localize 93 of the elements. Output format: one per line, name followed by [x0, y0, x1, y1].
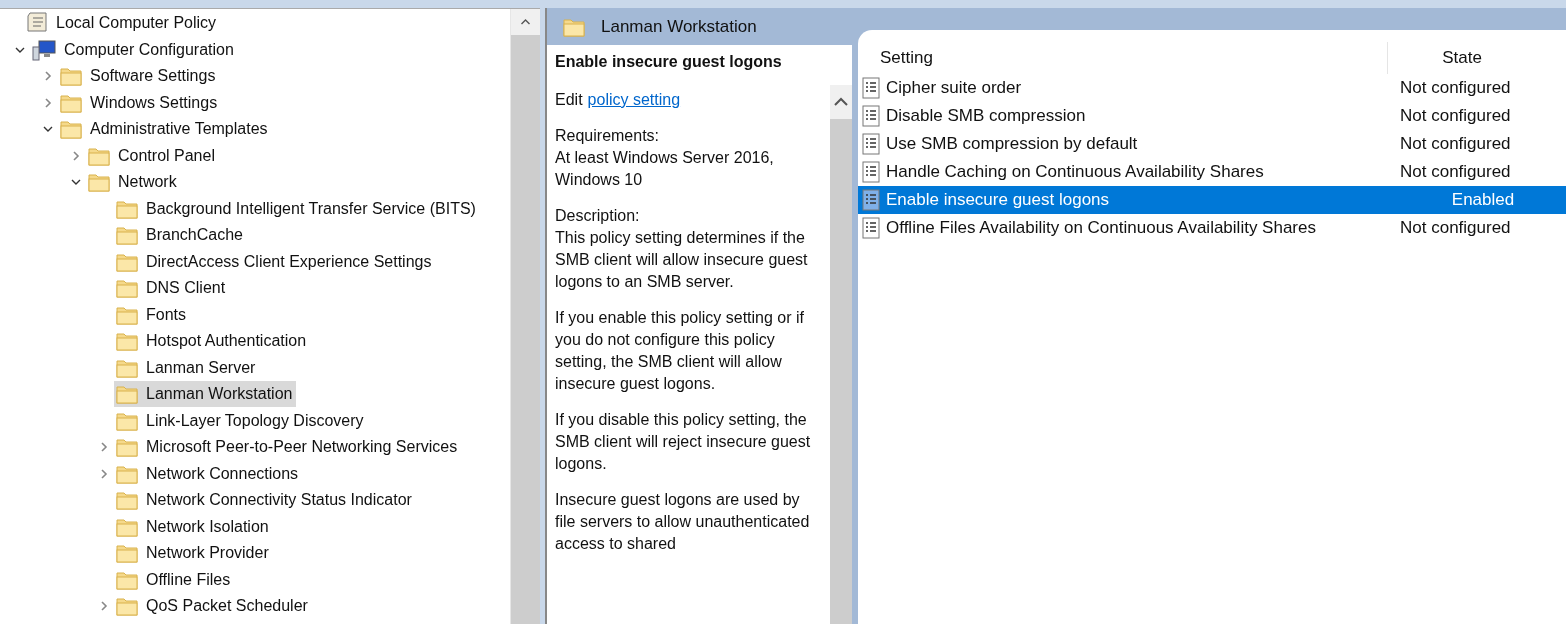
- folder-icon: [116, 198, 138, 219]
- tree-item[interactable]: Network Connectivity Status Indicator: [114, 487, 416, 514]
- chevron-right-icon[interactable]: [42, 70, 54, 83]
- folder-icon: [116, 463, 138, 484]
- section-label: Description:: [555, 206, 641, 226]
- tree-item[interactable]: Local Computer Policy: [24, 10, 221, 37]
- description-text: If you enable this policy setting or if you do not configure this policy setting, the SMB client will allow insecure guest logons.: [555, 308, 806, 394]
- setting-name: Offline Files Availability on Continuous Availability Shares: [886, 218, 1317, 238]
- header-title: Lanman Workstation: [601, 16, 757, 37]
- tree-item[interactable]: Network Connections: [114, 460, 303, 487]
- setting-state: Not configured: [1399, 218, 1512, 238]
- tree-item[interactable]: DNS Client: [114, 275, 230, 302]
- column-header[interactable]: State: [1387, 42, 1566, 74]
- folder-icon: [116, 357, 138, 378]
- folder-icon: [116, 331, 138, 352]
- folder-icon: [116, 596, 138, 617]
- tree-item[interactable]: Administrative Templates: [58, 116, 272, 143]
- setting-row[interactable]: Cipher suite order Not configured: [858, 74, 1566, 102]
- setting-name: Enable insecure guest logons: [886, 190, 1111, 210]
- policy-document-icon: [862, 133, 880, 155]
- description-text: At least Windows Server 2016, Windows 10: [555, 148, 775, 190]
- tree-item[interactable]: Link-Layer Topology Discovery: [114, 407, 368, 434]
- folder-icon: [116, 569, 138, 590]
- folder-icon: [60, 119, 82, 140]
- tree-item[interactable]: Computer Configuration: [30, 36, 238, 63]
- scrollbar[interactable]: [510, 9, 540, 624]
- folder-icon: [563, 16, 585, 37]
- tree-item[interactable]: Software Settings: [58, 63, 220, 90]
- description-text: This policy setting determines if the SMB client will allow insecure guest logons to an SMB server.: [555, 228, 809, 292]
- setting-row[interactable]: Offline Files Availability on Continuous Availability Shares Not configured: [858, 214, 1566, 242]
- chevron-right-icon[interactable]: [98, 600, 110, 613]
- scrollbar[interactable]: [830, 85, 852, 624]
- setting-row[interactable]: Enable insecure guest logons Enabled: [858, 186, 1566, 214]
- computer-icon: [32, 38, 56, 61]
- setting-state: Not configured: [1399, 134, 1512, 154]
- setting-name: Cipher suite order: [886, 78, 1023, 98]
- policy-document-icon: [862, 161, 880, 183]
- description-text: Insecure guest logons are used by file servers to allow unauthenticated access to shared: [555, 490, 811, 554]
- column-header[interactable]: Setting: [880, 48, 1387, 68]
- tree-item[interactable]: Lanman Workstation: [114, 381, 297, 408]
- folder-icon: [88, 172, 110, 193]
- policy-document-icon: [862, 217, 880, 239]
- edit-label: Edit: [555, 91, 583, 108]
- folder-icon: [116, 490, 138, 511]
- chevron-right-icon[interactable]: [42, 96, 54, 109]
- scroll-up-icon[interactable]: [511, 9, 540, 35]
- setting-row[interactable]: Disable SMB compression Not configured: [858, 102, 1566, 130]
- tree-item[interactable]: Hotspot Authentication: [114, 328, 311, 355]
- policy-document-icon: [862, 189, 880, 211]
- policy-setting-link[interactable]: policy setting: [587, 91, 681, 108]
- tree-item[interactable]: Windows Settings: [58, 89, 222, 116]
- tree-item[interactable]: QoS Packet Scheduler: [114, 593, 312, 620]
- folder-icon: [116, 543, 138, 564]
- folder-icon: [88, 145, 110, 166]
- tree-item[interactable]: Network Isolation: [114, 513, 273, 540]
- folder-icon: [116, 278, 138, 299]
- setting-state: Not configured: [1399, 78, 1512, 98]
- chevron-right-icon[interactable]: [98, 467, 110, 480]
- setting-state: Not configured: [1399, 162, 1512, 182]
- tree-item[interactable]: Fonts: [114, 301, 190, 328]
- tree-item[interactable]: Network: [86, 169, 181, 196]
- setting-name: Use SMB compression by default: [886, 134, 1139, 154]
- description-text: If you disable this policy setting, the SMB client will reject insecure guest logons.: [555, 410, 812, 474]
- section-label: Requirements:: [555, 126, 661, 146]
- folder-icon: [116, 410, 138, 431]
- folder-icon: [116, 384, 138, 405]
- folder-icon: [116, 437, 138, 458]
- chevron-right-icon[interactable]: [98, 441, 110, 454]
- tree-item[interactable]: Offline Files: [114, 566, 235, 593]
- setting-row[interactable]: Handle Caching on Continuous Availability Shares Not configured: [858, 158, 1566, 186]
- tree-item[interactable]: Background Intelligent Transfer Service (BITS): [114, 195, 480, 222]
- setting-name: Handle Caching on Continuous Availability Shares: [886, 162, 1265, 182]
- folder-icon: [116, 225, 138, 246]
- policy-document-icon: [862, 105, 880, 127]
- tree-item[interactable]: DirectAccess Client Experience Settings: [114, 248, 436, 275]
- tree-item[interactable]: Network Provider: [114, 540, 273, 567]
- setting-state: Enabled: [1450, 190, 1516, 210]
- setting-state: Not configured: [1399, 106, 1512, 126]
- folder-icon: [116, 251, 138, 272]
- chevron-right-icon[interactable]: [70, 149, 82, 162]
- folder-icon: [116, 516, 138, 537]
- folder-icon: [116, 304, 138, 325]
- folder-icon: [60, 66, 82, 87]
- policy-document-icon: [862, 77, 880, 99]
- tree-item[interactable]: Control Panel: [86, 142, 219, 169]
- tree-item[interactable]: Microsoft Peer-to-Peer Networking Services: [114, 434, 462, 461]
- tree-item[interactable]: Lanman Server: [114, 354, 260, 381]
- policy-title: Enable insecure guest logons: [555, 52, 783, 72]
- setting-name: Disable SMB compression: [886, 106, 1087, 126]
- folder-icon: [60, 92, 82, 113]
- setting-row[interactable]: Use SMB compression by default Not configured: [858, 130, 1566, 158]
- scroll-up-icon[interactable]: [830, 85, 852, 119]
- tree-item[interactable]: BranchCache: [114, 222, 247, 249]
